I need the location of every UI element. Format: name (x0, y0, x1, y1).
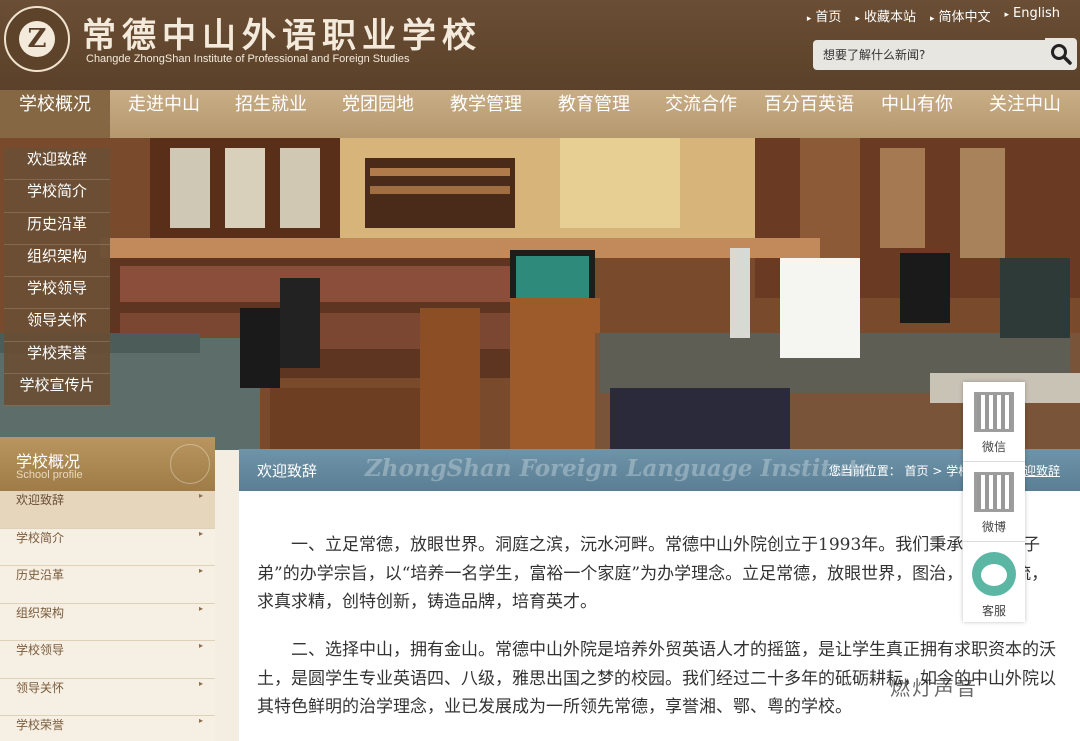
sidebar-item-honors[interactable]: 学校荣誉 ▸ (0, 716, 215, 741)
nav-item-admissions[interactable]: 招生就业 (218, 90, 324, 138)
nav-item-exchange[interactable]: 交流合作 (648, 90, 754, 138)
chevron-right-icon: ▸ (198, 641, 203, 650)
sidebar-item-label: 学校简介 (16, 530, 65, 545)
floating-contact-panel: 微信 微博 客服 (963, 382, 1025, 622)
nav-item-with-you[interactable]: 中山有你 (864, 90, 970, 138)
sidebar-item-label: 领导关怀 (16, 680, 65, 695)
sidebar-item-label: 学校领导 (16, 643, 65, 657)
dropdown-item-leaders[interactable]: 学校领导 (4, 277, 110, 310)
content-title-bar: 欢迎致辞 ZhongShan Foreign Language Institut… (239, 449, 1080, 491)
sidebar-item-label: 历史沿革 (16, 568, 65, 582)
chevron-right-icon: ▸ (198, 716, 203, 725)
customer-service-label: 客服 (981, 604, 1006, 618)
paragraph-1: 一、立足常德，放眼世界。洞庭之滨，沅水河畔。常德中山外院创立于1993年。我们秉… (257, 535, 1049, 612)
nav-item-party[interactable]: 党团园地 (324, 90, 432, 138)
breadcrumb: 您当前位置： 首页 > 学校概况 > 欢迎致辞 (829, 462, 1060, 479)
customer-service-icon (972, 552, 1016, 596)
page: Z 常德中山外语职业学校 Changde ZhongShan Institute… (0, 0, 1080, 741)
dropdown-item-care[interactable]: 领导关怀 (4, 309, 110, 342)
chevron-right-icon: ▸ (198, 603, 203, 613)
toplink-home[interactable]: ▸ 首页 (807, 6, 842, 25)
qr-code-icon (974, 392, 1014, 432)
chevron-right-icon: ▸ (198, 566, 203, 575)
sidebar-subtitle: School profile (16, 469, 83, 481)
dropdown-item-video[interactable]: 学校宣传片 (4, 374, 110, 407)
triangle-icon: ▸ (806, 14, 812, 24)
toplink-english[interactable]: ▸ English (1005, 6, 1060, 25)
breadcrumb-prefix: 您当前位置： (828, 464, 901, 478)
school-name: 常德中山外语职业学校 (82, 16, 482, 56)
nav-dropdown-menu: 欢迎致辞 学校简介 历史沿革 组织架构 学校领导 领导关怀 学校荣誉 学校宣传片 (4, 148, 110, 407)
chevron-right-icon: ▸ (198, 678, 203, 688)
search-input[interactable]: 想要了解什么新闻? (813, 40, 1045, 70)
overlay-watermark: 燃灯声音 (890, 676, 978, 700)
toplink-label: 首页 (815, 10, 842, 25)
top-links: ▸ 首页 ▸ 收藏本站 ▸ 简体中文 ▸ English (807, 6, 1060, 25)
wechat-label: 微信 (981, 440, 1006, 454)
search-icon (1051, 44, 1072, 65)
sidebar-item-label: 学校荣誉 (16, 718, 65, 732)
sidebar-item-history[interactable]: 历史沿革 ▸ (0, 566, 215, 604)
dropdown-item-intro[interactable]: 学校简介 (4, 180, 110, 213)
library-photo (0, 138, 1080, 450)
sidebar-item-label: 组织架构 (16, 605, 65, 620)
header: Z 常德中山外语职业学校 Changde ZhongShan Institute… (0, 0, 1080, 90)
triangle-icon: ▸ (929, 14, 935, 24)
triangle-icon: ▸ (855, 14, 860, 24)
dropdown-item-history[interactable]: 历史沿革 (4, 213, 110, 245)
toplink-chinese[interactable]: ▸ 简体中文 (930, 6, 991, 25)
weibo-label: 微博 (981, 520, 1006, 534)
nav-item-teaching[interactable]: 教学管理 (432, 90, 540, 138)
dropdown-item-honors[interactable]: 学校荣誉 (4, 342, 110, 375)
nav-item-follow[interactable]: 关注中山 (970, 90, 1080, 138)
nav-item-english[interactable]: 百分百英语 (754, 90, 864, 138)
breadcrumb-home[interactable]: 首页 (905, 464, 929, 478)
wechat-button[interactable]: 微信 (963, 382, 1025, 462)
content-title: 欢迎致辞 (257, 462, 318, 480)
sidebar-item-intro[interactable]: 学校简介 ▸ (0, 528, 215, 566)
nav-item-about[interactable]: 走进中山 (110, 90, 218, 138)
toplink-label: English (1013, 6, 1060, 21)
sidebar-item-label: 欢迎致辞 (16, 493, 65, 507)
triangle-icon: ▸ (1004, 10, 1010, 20)
toplink-bookmark[interactable]: ▸ 收藏本站 (855, 6, 916, 25)
content-body: 一、立足常德，放眼世界。洞庭之滨，沅水河畔。常德中山外院创立于1993年。我们秉… (239, 491, 1080, 741)
nav-item-school-overview[interactable]: 学校概况 (0, 90, 110, 138)
chevron-right-icon: ▸ (198, 528, 203, 538)
school-logo-emblem[interactable]: Z (4, 6, 70, 72)
chevron-right-icon: ▸ (198, 491, 203, 500)
sidebar-item-welcome[interactable]: 欢迎致辞 ▸ (0, 491, 215, 529)
nav-item-education[interactable]: 教育管理 (540, 90, 648, 138)
sidebar-item-care[interactable]: 领导关怀 ▸ (0, 678, 215, 716)
search-button[interactable] (1045, 38, 1077, 70)
sidebar-header: 学校概况 School profile (0, 437, 215, 491)
customer-service-button[interactable]: 客服 (963, 542, 1025, 622)
content-watermark: ZhongShan Foreign Language Institute (365, 455, 873, 482)
banner-photo (0, 138, 1080, 450)
dropdown-item-welcome[interactable]: 欢迎致辞 (4, 148, 110, 181)
main-nav: 学校概况 走进中山 招生就业 党团园地 教学管理 教育管理 交流合作 百分百英语… (0, 90, 1080, 138)
school-name-english: Changde ZhongShan Institute of Professio… (86, 53, 410, 65)
toplink-label: 收藏本站 (863, 10, 916, 25)
qr-code-icon (974, 472, 1014, 512)
toplink-label: 简体中文 (938, 10, 991, 25)
sidebar-menu: 欢迎致辞 ▸ 学校简介 ▸ 历史沿革 ▸ 组织架构 ▸ 学校领导 ▸ 领导关怀 ▸ 学校荣誉… (0, 491, 215, 741)
weibo-button[interactable]: 微博 (963, 462, 1025, 542)
seal-icon (170, 444, 210, 484)
sidebar-item-structure[interactable]: 组织架构 ▸ (0, 603, 215, 641)
sidebar-item-leaders[interactable]: 学校领导 ▸ (0, 641, 215, 679)
breadcrumb-separator: > (932, 464, 947, 478)
dropdown-item-structure[interactable]: 组织架构 (4, 245, 110, 278)
